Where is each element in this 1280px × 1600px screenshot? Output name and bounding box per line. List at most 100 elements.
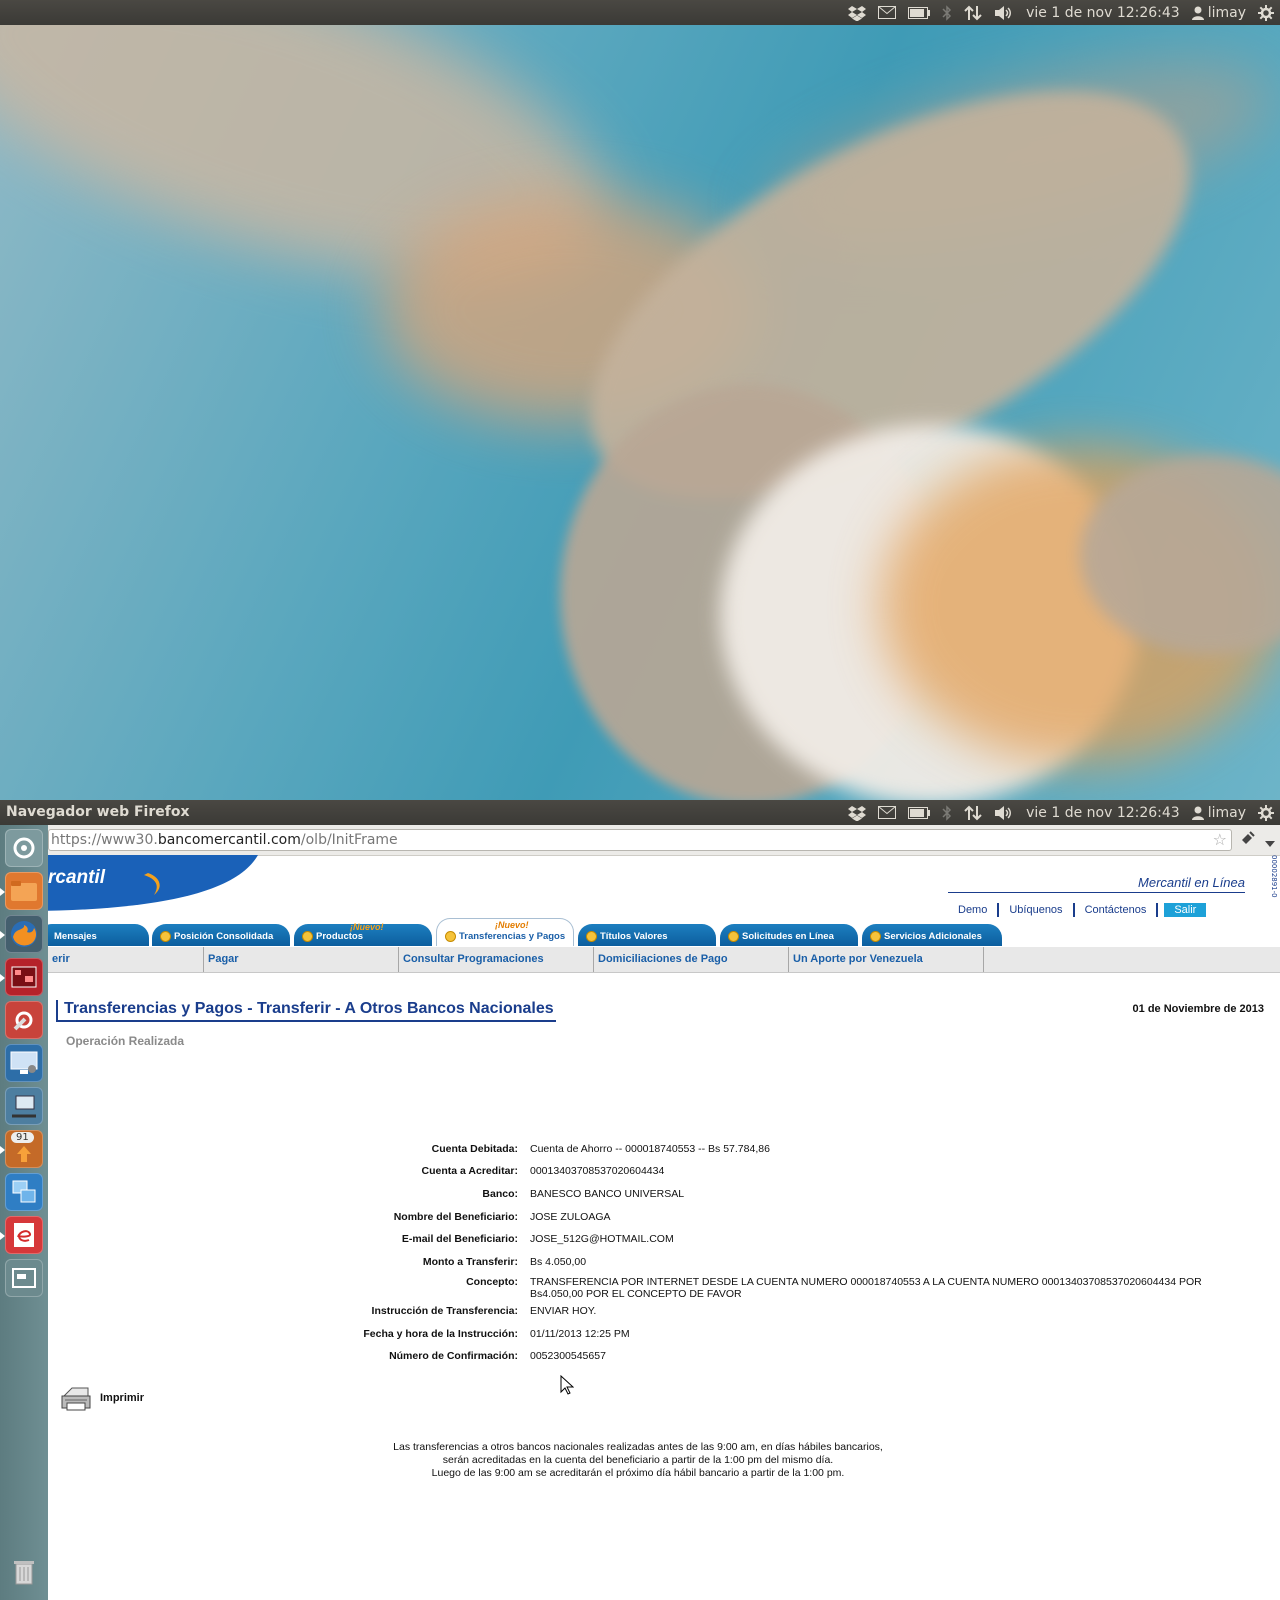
desktop-wallpaper xyxy=(0,25,1280,800)
operation-status: Operación Realizada xyxy=(66,1034,185,1048)
network-icon[interactable] xyxy=(964,805,982,821)
note-line: Luego de las 9:00 am se acreditarán el p… xyxy=(431,1467,845,1479)
battery-icon[interactable] xyxy=(908,6,931,19)
smiley-icon xyxy=(445,931,456,942)
remote-desktop-icon[interactable] xyxy=(5,1044,43,1082)
dash-icon[interactable] xyxy=(5,829,43,867)
url-prefix: https://www30. xyxy=(51,832,158,848)
demo-link[interactable]: Demo xyxy=(948,903,1000,917)
detail-value: 01/11/2013 12:25 PM xyxy=(530,1328,630,1340)
sub-navigation: erir Pagar Consultar Programaciones Domi… xyxy=(48,947,1280,973)
volume-icon[interactable] xyxy=(994,805,1014,821)
url-path: /olb/InitFrame xyxy=(300,832,398,848)
battery-icon[interactable] xyxy=(908,806,931,819)
detail-label: Número de Confirmación: xyxy=(389,1350,518,1362)
top-links: Demo Ubíquenos Contáctenos Salir xyxy=(948,903,1207,917)
user-menu[interactable]: limay xyxy=(1191,804,1246,821)
subnav-consultar-programaciones[interactable]: Consultar Programaciones xyxy=(399,947,594,972)
tab-label: Solicitudes en Línea xyxy=(742,931,834,942)
detail-value: 0052300545657 xyxy=(530,1350,606,1362)
detail-label: Monto a Transferir: xyxy=(422,1256,518,1268)
ubiquenos-link[interactable]: Ubíquenos xyxy=(999,903,1075,917)
subnav-pagar[interactable]: Pagar xyxy=(204,947,399,972)
trash-icon[interactable] xyxy=(5,1553,43,1591)
files-icon[interactable] xyxy=(0,872,43,910)
volume-icon[interactable] xyxy=(994,5,1014,21)
url-domain: bancomercantil.com xyxy=(157,832,301,848)
top-panel-2: Navegador web Firefox vie 1 de nov 12:26… xyxy=(0,800,1280,825)
contactenos-link[interactable]: Contáctenos xyxy=(1075,903,1159,917)
mail-icon[interactable] xyxy=(878,806,897,819)
firefox-icon[interactable] xyxy=(0,915,43,953)
unity-launcher: 91 xyxy=(0,825,49,1600)
bluetooth-icon[interactable] xyxy=(942,4,952,21)
detail-value: TRANSFERENCIA POR INTERNET DESDE LA CUEN… xyxy=(530,1276,1202,1300)
detail-label: Instrucción de Transferencia: xyxy=(371,1305,518,1317)
detail-label: Cuenta Debitada: xyxy=(431,1143,518,1155)
bluetooth-icon[interactable] xyxy=(942,804,952,821)
subnav-domiciliaciones-de-pago[interactable]: Domiciliaciones de Pago xyxy=(594,947,789,972)
tab-label: Mensajes xyxy=(54,931,97,942)
indicator-area-2: vie 1 de nov 12:26:43 limay xyxy=(848,800,1274,825)
detail-label: Cuenta a Acreditar: xyxy=(421,1165,518,1177)
detail-label: E-mail del Beneficiario: xyxy=(401,1233,518,1245)
session-gear-icon[interactable] xyxy=(1258,804,1274,821)
detail-value: Cuenta de Ahorro -- 000018740553 -- Bs 5… xyxy=(530,1143,770,1155)
virtualbox-icon[interactable] xyxy=(5,1173,43,1211)
browser-window: https://www30.bancomercantil.com/olb/Ini… xyxy=(48,825,1280,1600)
user-name: limay xyxy=(1207,4,1246,21)
tab-label: Productos xyxy=(316,931,363,942)
tab-posicion-consolidada[interactable]: Posición Consolidada xyxy=(152,924,290,946)
smiley-icon xyxy=(728,931,739,942)
detail-value: 00013403708537020604434 xyxy=(530,1165,665,1177)
tab-label: Posición Consolidada xyxy=(174,931,274,942)
clock[interactable]: vie 1 de nov 12:26:43 xyxy=(1026,805,1180,821)
tab-productos[interactable]: ¡Nuevo! Productos xyxy=(294,922,432,946)
print-button[interactable]: Imprimir xyxy=(60,1384,144,1412)
user-name: limay xyxy=(1207,804,1246,821)
workspaces-icon[interactable] xyxy=(5,1259,43,1297)
workspace-app-icon[interactable] xyxy=(0,958,43,996)
network-icon[interactable] xyxy=(964,5,982,21)
url-field[interactable]: https://www30.bancomercantil.com/olb/Ini… xyxy=(48,829,1232,851)
dropbox-icon[interactable] xyxy=(848,5,867,21)
note-line: serán acreditadas en la cuenta del benef… xyxy=(442,1454,834,1466)
header-divider xyxy=(948,892,1245,893)
detail-value: BANESCO BANCO UNIVERSAL xyxy=(530,1188,685,1200)
software-updater-icon[interactable]: 91 xyxy=(0,1130,43,1168)
subnav-transferir[interactable]: erir xyxy=(48,947,204,972)
detail-label: Banco: xyxy=(482,1188,518,1200)
subnav-un-aporte-por-venezuela[interactable]: Un Aporte por Venezuela xyxy=(789,947,984,972)
vertical-session-id: 00002891-0 xyxy=(1270,855,1278,898)
tab-solicitudes-en-linea[interactable]: Solicitudes en Línea xyxy=(720,924,858,946)
page-title: Transferencias y Pagos - Transferir - A … xyxy=(56,1000,556,1022)
update-count-badge: 91 xyxy=(11,1132,34,1143)
session-gear-icon[interactable] xyxy=(1258,4,1274,21)
print-label: Imprimir xyxy=(100,1392,145,1404)
system-settings-icon[interactable] xyxy=(5,1001,43,1039)
transfer-note: Las transferencias a otros bancos nacion… xyxy=(298,1441,978,1480)
tab-mensajes[interactable]: Mensajes xyxy=(48,924,149,946)
menu-dropdown-icon[interactable] xyxy=(1265,833,1275,852)
text-editor-icon[interactable] xyxy=(0,1216,43,1254)
user-menu[interactable]: limay xyxy=(1191,4,1246,21)
tab-titulos-valores[interactable]: Títulos Valores xyxy=(578,924,716,946)
mercantil-en-linea-title: Mercantil en Línea xyxy=(1138,875,1245,890)
detail-value: JOSE ZULOAGA xyxy=(530,1211,611,1223)
tab-servicios-adicionales[interactable]: Servicios Adicionales xyxy=(862,924,1002,946)
mail-icon[interactable] xyxy=(878,6,897,19)
addon-icon[interactable] xyxy=(1240,830,1256,850)
bookmark-star-icon[interactable]: ☆ xyxy=(1213,830,1227,850)
note-line: Las transferencias a otros bancos nacion… xyxy=(393,1441,883,1453)
clock[interactable]: vie 1 de nov 12:26:43 xyxy=(1026,5,1180,21)
printer-icon xyxy=(61,1387,91,1411)
dropbox-icon[interactable] xyxy=(848,805,867,821)
tab-label: Transferencias y Pagos xyxy=(459,931,566,942)
navigation-toolbar: https://www30.bancomercantil.com/olb/Ini… xyxy=(48,825,1280,856)
tab-transferencias-y-pagos[interactable]: ¡Nuevo! Transferencias y Pagos xyxy=(436,918,574,946)
logo-text[interactable]: rcantil xyxy=(48,867,105,889)
detail-label: Concepto: xyxy=(466,1276,518,1288)
salir-button[interactable]: Salir xyxy=(1164,903,1207,917)
window-title: Navegador web Firefox xyxy=(6,804,190,820)
network-icon[interactable] xyxy=(5,1087,43,1125)
